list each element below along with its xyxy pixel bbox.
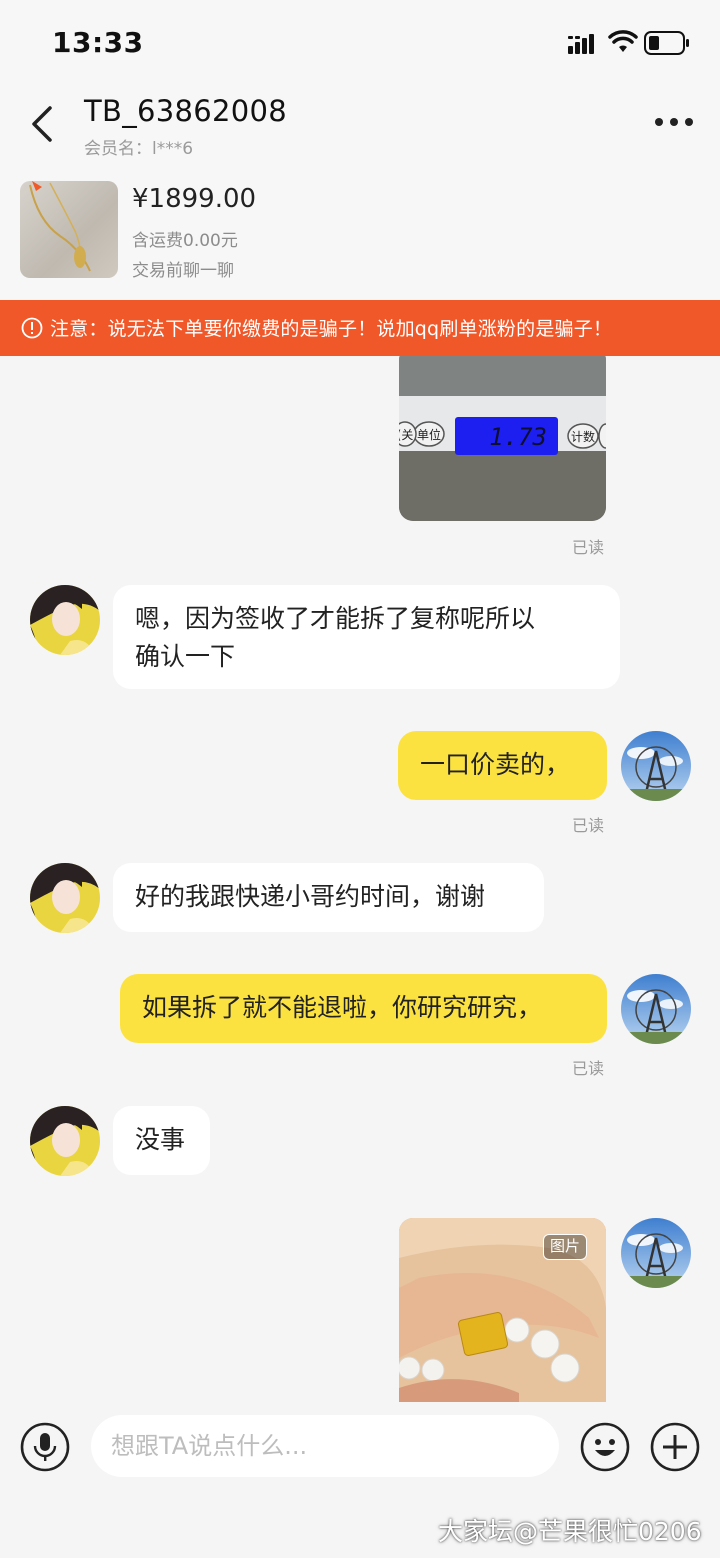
scale-reading: 1.73: [489, 423, 547, 451]
member-name: 会员名：l***6: [84, 139, 194, 159]
more-icon[interactable]: [652, 110, 696, 134]
incoming-message[interactable]: 嗯，因为签收了才能拆了复称呢所以 确认一下: [113, 585, 620, 689]
scale-left-label: (关: [399, 428, 413, 442]
watermark: 大家坛@芒果很忙0206: [438, 1517, 702, 1546]
message-line: 嗯，因为签收了才能拆了复称呢所以: [135, 604, 536, 633]
read-receipt: 已读: [572, 538, 605, 557]
emoji-icon[interactable]: [580, 1422, 630, 1472]
incoming-message[interactable]: 没事: [113, 1106, 210, 1175]
buyer-avatar[interactable]: [30, 863, 100, 933]
incoming-message[interactable]: 好的我跟快递小哥约时间，谢谢: [113, 863, 544, 932]
chat-header: TB_63862008 会员名：l***6: [0, 88, 720, 172]
image-badge: 图片: [543, 1234, 588, 1260]
message-text: 没事: [135, 1125, 186, 1154]
product-shipping: 含运费0.00元: [132, 231, 238, 251]
message-text: 如果拆了就不能退啦，你研究研究，: [142, 993, 543, 1022]
scale-unit-label: 单位: [417, 427, 441, 442]
seller-avatar[interactable]: [621, 731, 691, 801]
voice-icon[interactable]: [20, 1422, 70, 1472]
seller-avatar[interactable]: [621, 974, 691, 1044]
warning-text: 注意：说无法下单要你缴费的是骗子！说加qq刷单涨粉的是骗子！: [50, 318, 613, 340]
product-thumbnail[interactable]: [20, 181, 118, 278]
message-text: 一口价卖的，: [420, 750, 571, 779]
scale-count-label: 计数: [571, 429, 595, 444]
outgoing-message[interactable]: 一口价卖的，: [398, 731, 607, 800]
message-input[interactable]: [91, 1415, 559, 1477]
fraud-warning-banner: 注意：说无法下单要你缴费的是骗子！说加qq刷单涨粉的是骗子！: [0, 300, 720, 356]
wifi-icon: [608, 30, 638, 52]
signal-icon: [568, 34, 594, 54]
chat-title: TB_63862008: [84, 94, 288, 128]
message-text: 好的我跟快递小哥约时间，谢谢: [135, 882, 486, 911]
message-list[interactable]: 1.73 单位 计数 (关 已读 嗯，因为签收了才能拆了复称呢所以 确认一下 一…: [0, 356, 720, 1402]
message-line: 确认一下: [135, 642, 236, 671]
status-bar: 13:33: [0, 0, 720, 88]
scale-photo-message[interactable]: 1.73 单位 计数 (关: [399, 356, 606, 521]
input-bar: [0, 1402, 720, 1492]
product-note: 交易前聊一聊: [132, 261, 234, 281]
outgoing-message[interactable]: 如果拆了就不能退啦，你研究研究，: [120, 974, 607, 1043]
back-icon[interactable]: [28, 104, 58, 144]
read-receipt: 已读: [572, 816, 605, 835]
product-price: ¥1899.00: [132, 184, 257, 214]
plus-icon[interactable]: [650, 1422, 700, 1472]
warning-icon: [21, 317, 43, 339]
jewelry-photo-message[interactable]: 图片: [399, 1218, 606, 1402]
seller-avatar[interactable]: [621, 1218, 691, 1288]
read-receipt: 已读: [572, 1059, 605, 1078]
buyer-avatar[interactable]: [30, 585, 100, 655]
battery-icon: [644, 31, 689, 55]
status-time: 13:33: [52, 26, 144, 59]
product-card[interactable]: ¥1899.00 含运费0.00元 交易前聊一聊: [0, 172, 720, 300]
buyer-avatar[interactable]: [30, 1106, 100, 1176]
